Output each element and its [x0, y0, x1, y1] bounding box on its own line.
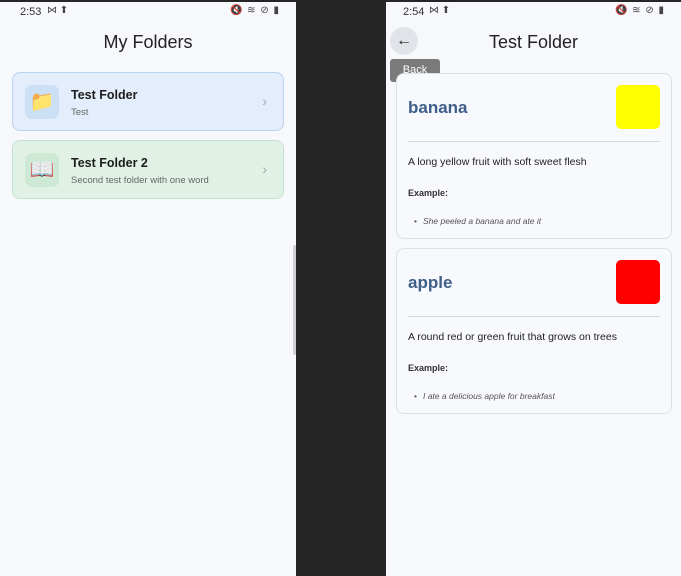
- chevron-right-icon: ›: [262, 161, 267, 177]
- word-title: banana: [408, 98, 468, 117]
- word-definition: A long yellow fruit with soft sweet fles…: [408, 156, 587, 168]
- example-text: She peeled a banana and ate it: [422, 216, 542, 226]
- system-status-icons: 🔇 ≋ ⊘ ▮: [614, 5, 665, 16]
- folder-name: Test Folder: [71, 88, 138, 102]
- folder-icon: 📁: [25, 85, 59, 119]
- notification-icons: ⋈ ⬆: [429, 5, 451, 16]
- status-time: 2:53: [20, 6, 42, 18]
- example-text: I ate a delicious apple for breakfast: [422, 391, 555, 401]
- status-time: 2:54: [403, 6, 425, 18]
- page-title: Test Folder: [488, 32, 579, 52]
- word-title: apple: [408, 273, 453, 292]
- status-bar: 2:53 ⋈ ⬆ 🔇 ≋ ⊘ ▮: [0, 2, 296, 20]
- folder-description: Test: [71, 107, 89, 118]
- folder-name: Test Folder 2: [71, 156, 148, 170]
- color-swatch: [616, 85, 660, 129]
- book-icon: 📖: [25, 153, 59, 187]
- divider: [408, 316, 660, 317]
- example-item: • She peeled a banana and ate it: [414, 216, 541, 226]
- notification-icons: ⋈ ⬆: [47, 5, 69, 16]
- example-item: • I ate a delicious apple for breakfast: [414, 391, 555, 401]
- word-definition: A round red or green fruit that grows on…: [408, 331, 617, 343]
- chevron-right-icon: ›: [262, 93, 267, 109]
- word-card-banana[interactable]: banana A long yellow fruit with soft swe…: [396, 73, 672, 239]
- example-label: Example:: [408, 363, 449, 373]
- system-status-icons: 🔇 ≋ ⊘ ▮: [229, 5, 280, 16]
- example-label: Example:: [408, 188, 449, 198]
- status-bar: 2:54 ⋈ ⬆ 🔇 ≋ ⊘ ▮: [386, 2, 681, 20]
- divider: [408, 141, 660, 142]
- folder-card-test-folder[interactable]: 📁 Test Folder Test ›: [12, 72, 284, 131]
- bullet: •: [414, 391, 417, 401]
- folder-card-test-folder-2[interactable]: 📖 Test Folder 2 Second test folder with …: [12, 140, 284, 199]
- page-title: My Folders: [103, 32, 193, 52]
- color-swatch: [616, 260, 660, 304]
- screenshot-stage: 2:53 ⋈ ⬆ 🔇 ≋ ⊘ ▮ My Folders 📁 Test Folde…: [0, 0, 681, 576]
- bullet: •: [414, 216, 417, 226]
- folder-description: Second test folder with one word: [71, 175, 209, 186]
- my-folders-screen: 2:53 ⋈ ⬆ 🔇 ≋ ⊘ ▮ My Folders 📁 Test Folde…: [0, 2, 296, 576]
- edge-panel-handle[interactable]: [293, 245, 296, 355]
- word-card-apple[interactable]: apple A round red or green fruit that gr…: [396, 248, 672, 414]
- test-folder-screen: 2:54 ⋈ ⬆ 🔇 ≋ ⊘ ▮ ← Back Test Folder bana…: [386, 2, 681, 576]
